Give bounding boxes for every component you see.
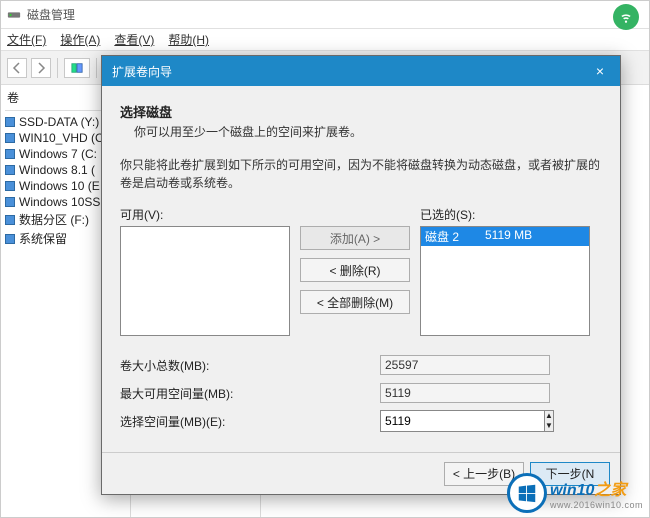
wizard-heading: 选择磁盘 <box>120 102 602 121</box>
volume-label: Windows 10 (E <box>19 179 100 193</box>
menu-action[interactable]: 操作(A) <box>60 31 100 48</box>
max-size-label: 最大可用空间量(MB): <box>120 385 380 402</box>
wizard-subheading: 你可以用至少一个磁盘上的空间来扩展卷。 <box>134 123 602 140</box>
wizard-titlebar: 扩展卷向导 × <box>102 56 620 86</box>
volume-icon <box>5 117 15 127</box>
app-icon <box>7 8 21 22</box>
volume-icon <box>5 165 15 175</box>
wizard-body: 选择磁盘 你可以用至少一个磁盘上的空间来扩展卷。 你只能将此卷扩展到如下所示的可… <box>102 86 620 452</box>
menu-help[interactable]: 帮助(H) <box>168 31 209 48</box>
selected-listbox[interactable]: 磁盘 2 5119 MB <box>420 226 590 336</box>
selected-disk-item[interactable]: 磁盘 2 5119 MB <box>421 227 589 246</box>
menu-file[interactable]: 文件(F) <box>7 31 46 48</box>
available-label: 可用(V): <box>120 206 290 223</box>
volume-label: WIN10_VHD (C: <box>19 131 107 145</box>
total-size-label: 卷大小总数(MB): <box>120 357 380 374</box>
volume-icon <box>5 149 15 159</box>
extend-volume-wizard: 扩展卷向导 × 选择磁盘 你可以用至少一个磁盘上的空间来扩展卷。 你只能将此卷扩… <box>101 55 621 495</box>
watermark-logo-icon <box>507 473 547 513</box>
size-fields: 卷大小总数(MB): 25597 最大可用空间量(MB): 5119 选择空间量… <box>120 352 602 434</box>
app-window: 磁盘管理 — 文件(F) 操作(A) 查看(V) 帮助(H) ? 卷 SSD-D… <box>0 0 650 518</box>
select-size-input[interactable] <box>380 410 545 432</box>
total-size-row: 卷大小总数(MB): 25597 <box>120 352 602 378</box>
volume-icon <box>5 181 15 191</box>
remove-all-button[interactable]: < 全部删除(M) <box>300 290 410 314</box>
wizard-close-button[interactable]: × <box>590 63 610 79</box>
menu-bar: 文件(F) 操作(A) 查看(V) 帮助(H) <box>1 29 649 51</box>
transfer-buttons: 添加(A) > < 删除(R) < 全部删除(M) <box>300 206 410 314</box>
select-size-spinner[interactable]: ▲ ▼ <box>380 410 550 432</box>
volume-icon <box>5 197 15 207</box>
remove-button[interactable]: < 删除(R) <box>300 258 410 282</box>
wizard-description: 你只能将此卷扩展到如下所示的可用空间，因为不能将磁盘转换为动态磁盘，或者被扩展的… <box>120 156 602 192</box>
max-size-row: 最大可用空间量(MB): 5119 <box>120 380 602 406</box>
forward-button[interactable] <box>31 58 51 78</box>
volume-label: Windows 10SS <box>19 195 100 209</box>
volume-label: SSD-DATA (Y:) <box>19 115 99 129</box>
total-size-value: 25597 <box>380 355 550 375</box>
watermark-text: win10之家 www.2016win10.com <box>550 476 643 510</box>
menu-view[interactable]: 查看(V) <box>114 31 154 48</box>
max-size-value: 5119 <box>380 383 550 403</box>
selected-disk-name: 磁盘 2 <box>425 228 485 245</box>
disk-selection-row: 可用(V): 添加(A) > < 删除(R) < 全部删除(M) 已选的(S):… <box>120 206 602 336</box>
volume-icon <box>5 133 15 143</box>
volume-label: Windows 7 (C: <box>19 147 97 161</box>
select-size-label: 选择空间量(MB)(E): <box>120 413 380 430</box>
select-size-row: 选择空间量(MB)(E): ▲ ▼ <box>120 408 602 434</box>
volume-label: Windows 8.1 ( <box>19 163 95 177</box>
available-listbox[interactable] <box>120 226 290 336</box>
selected-label: 已选的(S): <box>420 206 590 223</box>
spinner-buttons[interactable]: ▲ ▼ <box>545 410 554 432</box>
toolbar-separator <box>96 58 97 78</box>
spinner-down-icon[interactable]: ▼ <box>545 421 553 431</box>
window-title: 磁盘管理 <box>27 6 615 23</box>
available-column: 可用(V): <box>120 206 290 336</box>
wifi-badge-icon <box>613 4 639 30</box>
site-watermark: win10之家 www.2016win10.com <box>507 473 643 513</box>
volume-label: 数据分区 (F:) <box>19 211 89 228</box>
volume-label: 系统保留 <box>19 230 67 247</box>
volume-icon <box>5 234 15 244</box>
add-button[interactable]: 添加(A) > <box>300 226 410 250</box>
window-titlebar: 磁盘管理 — <box>1 1 649 29</box>
wizard-title: 扩展卷向导 <box>112 63 590 80</box>
toolbar-separator <box>57 58 58 78</box>
spinner-up-icon[interactable]: ▲ <box>545 411 553 421</box>
selected-disk-size: 5119 MB <box>485 228 532 245</box>
back-button[interactable] <box>7 58 27 78</box>
selected-column: 已选的(S): 磁盘 2 5119 MB <box>420 206 590 336</box>
volume-icon <box>5 215 15 225</box>
views-button[interactable] <box>64 58 90 78</box>
